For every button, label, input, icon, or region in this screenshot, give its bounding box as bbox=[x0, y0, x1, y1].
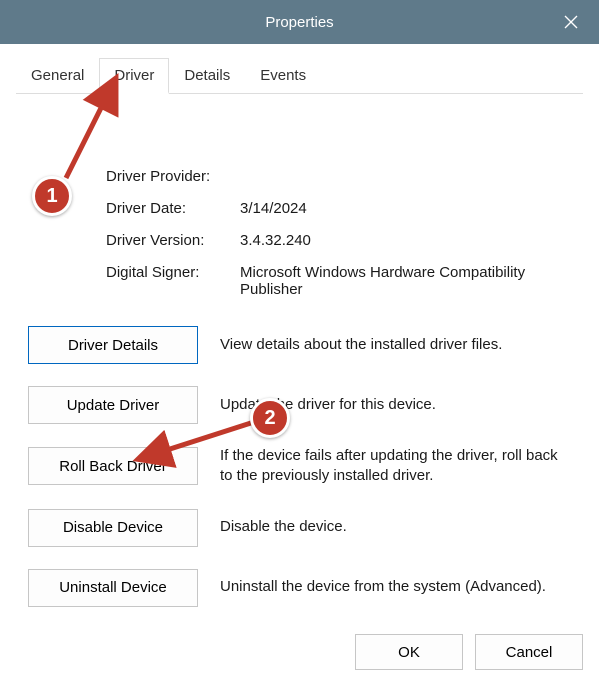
tab-content-driver: Driver Provider: Driver Date: 3/14/2024 … bbox=[10, 94, 589, 643]
uninstall-device-desc: Uninstall the device from the system (Ad… bbox=[220, 577, 546, 597]
close-button[interactable] bbox=[543, 0, 599, 44]
dialog-footer: OK Cancel bbox=[355, 634, 583, 670]
driver-details-desc: View details about the installed driver … bbox=[220, 335, 502, 355]
driver-info: Driver Provider: Driver Date: 3/14/2024 … bbox=[106, 168, 571, 298]
driver-date-value: 3/14/2024 bbox=[240, 200, 571, 217]
cancel-button[interactable]: Cancel bbox=[475, 634, 583, 670]
property-sheet: General Driver Details Events Driver Pro… bbox=[0, 44, 599, 643]
update-driver-button[interactable]: Update Driver bbox=[28, 386, 198, 424]
tab-events[interactable]: Events bbox=[245, 58, 321, 94]
close-icon bbox=[564, 15, 578, 29]
digital-signer-value: Microsoft Windows Hardware Compatibility… bbox=[240, 264, 571, 298]
driver-version-label: Driver Version: bbox=[106, 232, 234, 249]
driver-provider-label: Driver Provider: bbox=[106, 168, 234, 185]
ok-button[interactable]: OK bbox=[355, 634, 463, 670]
action-row-details: Driver Details View details about the in… bbox=[28, 326, 571, 364]
action-row-update: Update Driver Update the driver for this… bbox=[28, 386, 571, 424]
action-row-disable: Disable Device Disable the device. bbox=[28, 509, 571, 547]
driver-provider-value bbox=[240, 168, 571, 185]
disable-device-desc: Disable the device. bbox=[220, 517, 347, 537]
driver-details-button[interactable]: Driver Details bbox=[28, 326, 198, 364]
titlebar: Properties bbox=[0, 0, 599, 44]
uninstall-device-button[interactable]: Uninstall Device bbox=[28, 569, 198, 607]
roll-back-driver-desc: If the device fails after updating the d… bbox=[220, 446, 571, 487]
action-row-uninstall: Uninstall Device Uninstall the device fr… bbox=[28, 569, 571, 607]
digital-signer-label: Digital Signer: bbox=[106, 264, 234, 298]
roll-back-driver-button[interactable]: Roll Back Driver bbox=[28, 447, 198, 485]
tab-driver[interactable]: Driver bbox=[99, 58, 169, 94]
driver-date-label: Driver Date: bbox=[106, 200, 234, 217]
tab-details[interactable]: Details bbox=[169, 58, 245, 94]
tab-general[interactable]: General bbox=[16, 58, 99, 94]
driver-version-value: 3.4.32.240 bbox=[240, 232, 571, 249]
window-title: Properties bbox=[265, 14, 333, 31]
disable-device-button[interactable]: Disable Device bbox=[28, 509, 198, 547]
action-row-rollback: Roll Back Driver If the device fails aft… bbox=[28, 446, 571, 487]
annotation-badge-2: 2 bbox=[250, 398, 290, 438]
annotation-badge-1: 1 bbox=[32, 176, 72, 216]
tab-strip: General Driver Details Events bbox=[16, 58, 583, 94]
